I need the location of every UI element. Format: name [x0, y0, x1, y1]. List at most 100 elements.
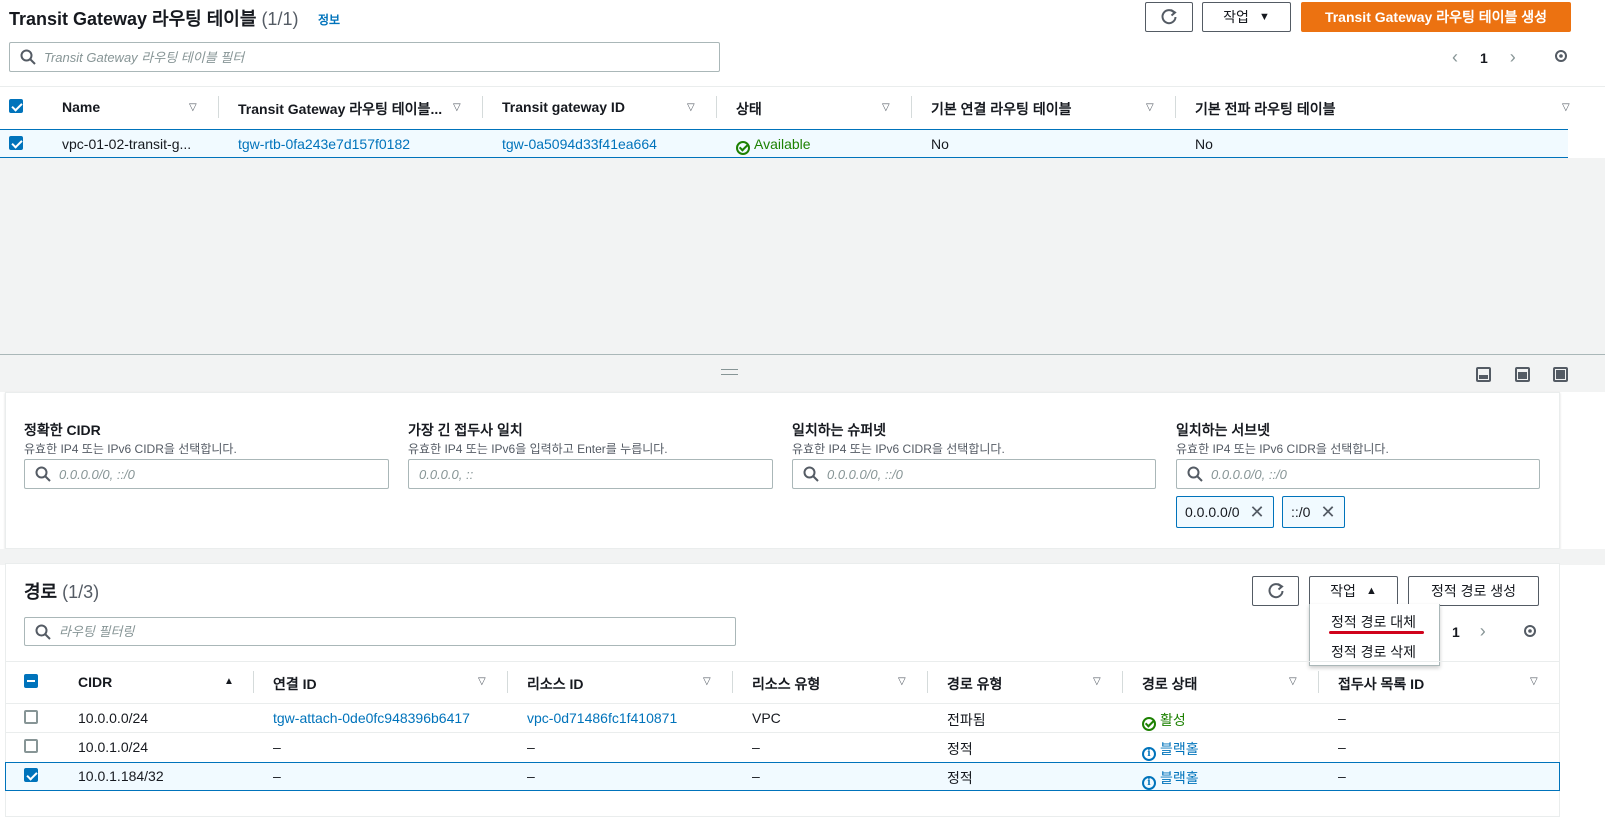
success-icon	[736, 141, 750, 155]
column-separator[interactable]	[482, 96, 483, 118]
search-input[interactable]	[44, 49, 674, 65]
info-link[interactable]: 정보	[318, 11, 340, 28]
sort-icon[interactable]: ▽	[478, 676, 486, 687]
routes-actions-button[interactable]: 작업 ▲	[1309, 576, 1398, 606]
drag-handle-icon[interactable]	[721, 369, 738, 375]
subnet-field[interactable]	[1211, 466, 1528, 482]
routes-search[interactable]	[24, 617, 736, 646]
col-prop-default[interactable]: 기본 전파 라우팅 테이블	[1195, 99, 1335, 119]
split-panel-divider[interactable]	[0, 354, 1605, 392]
token-label: 0.0.0.0/0	[1185, 504, 1240, 520]
sort-icon[interactable]: ▽	[703, 676, 711, 687]
row-checkbox[interactable]	[9, 136, 23, 150]
sort-icon[interactable]: ▽	[453, 102, 461, 113]
sort-icon[interactable]: ▽	[882, 102, 890, 113]
col-prefix-list-id[interactable]: 접두사 목록 ID	[1338, 674, 1424, 694]
next-page-icon[interactable]: ›	[1510, 47, 1516, 68]
refresh-button[interactable]	[1145, 2, 1193, 32]
cell-resource-type: VPC	[752, 710, 781, 726]
sort-icon[interactable]: ▽	[1146, 102, 1154, 113]
column-separator[interactable]	[1175, 96, 1176, 118]
sort-icon[interactable]: ▽	[189, 102, 197, 113]
column-separator[interactable]	[253, 671, 254, 693]
exact-cidr-input[interactable]	[24, 459, 389, 489]
col-tgw-id[interactable]: Transit gateway ID	[502, 99, 625, 115]
column-separator[interactable]	[1122, 671, 1123, 693]
routes-refresh-button[interactable]	[1252, 576, 1299, 606]
tgw-id-link[interactable]: tgw-0a5094d33f41ea664	[502, 136, 657, 152]
column-separator[interactable]	[507, 671, 508, 693]
sort-icon[interactable]: ▽	[1093, 676, 1101, 687]
row-checkbox[interactable]	[24, 710, 38, 724]
sort-icon[interactable]: ▽	[1562, 102, 1570, 113]
filter-desc-longest: 유효한 IP4 또는 IPv6을 입력하고 Enter를 누릅니다.	[408, 442, 668, 456]
create-static-route-button[interactable]: 정적 경로 생성	[1408, 576, 1539, 606]
cell-route-type: 정적	[947, 741, 973, 757]
col-route-table-id[interactable]: Transit Gateway 라우팅 테이블...	[238, 99, 442, 119]
col-route-type[interactable]: 경로 유형	[947, 674, 1002, 694]
longest-prefix-field[interactable]	[419, 466, 737, 482]
column-separator[interactable]	[732, 671, 733, 693]
supernet-field[interactable]	[827, 466, 1144, 482]
col-resource-id[interactable]: 리소스 ID	[527, 674, 584, 694]
col-name[interactable]: Name	[62, 99, 100, 115]
prev-page-icon[interactable]: ‹	[1452, 47, 1458, 68]
exact-cidr-field[interactable]	[59, 466, 377, 482]
routes-search-input[interactable]	[59, 624, 689, 639]
column-separator[interactable]	[716, 96, 717, 118]
close-icon[interactable]: ✕	[1320, 502, 1335, 523]
settings-gear-icon[interactable]	[1522, 623, 1538, 639]
search-icon	[35, 624, 51, 640]
routes-title: 경로 (1/3)	[24, 578, 99, 604]
page-number[interactable]: 1	[1452, 624, 1460, 640]
cell-prefix-list: –	[1338, 768, 1346, 784]
supernet-input[interactable]	[792, 459, 1156, 489]
longest-prefix-input[interactable]	[408, 459, 773, 489]
menu-item-replace-static-route[interactable]: 정적 경로 대체	[1331, 612, 1416, 632]
sort-icon[interactable]: ▽	[687, 102, 695, 113]
cell-resource-type: –	[752, 768, 760, 784]
create-route-table-button[interactable]: Transit Gateway 라우팅 테이블 생성	[1301, 2, 1571, 32]
sort-icon[interactable]: ▽	[898, 676, 906, 687]
row-checkbox[interactable]	[24, 739, 38, 753]
column-separator[interactable]	[218, 96, 219, 118]
select-all-checkbox[interactable]	[9, 99, 23, 113]
page-number[interactable]: 1	[1480, 50, 1488, 66]
cell-cidr: 10.0.0.0/24	[78, 710, 149, 726]
state-text: 블랙홀	[1160, 770, 1199, 786]
cell-route-type: 전파됨	[947, 712, 986, 728]
route-table-id-link[interactable]: tgw-rtb-0fa243e7d157f0182	[238, 136, 410, 152]
settings-gear-icon[interactable]	[1553, 48, 1569, 64]
panel-bottom-icon[interactable]	[1476, 367, 1491, 382]
subnet-input[interactable]	[1176, 459, 1540, 489]
col-state[interactable]: 상태	[736, 99, 762, 119]
sort-icon[interactable]: ▽	[1530, 676, 1538, 687]
column-separator[interactable]	[1318, 671, 1319, 693]
col-attachment-id[interactable]: 연결 ID	[273, 674, 317, 694]
panel-full-icon[interactable]	[1553, 367, 1568, 382]
sort-asc-icon[interactable]: ▲	[224, 676, 234, 687]
close-icon[interactable]: ✕	[1250, 502, 1265, 523]
row-divider	[5, 703, 1560, 704]
column-separator[interactable]	[927, 671, 928, 693]
select-all-checkbox[interactable]	[24, 674, 38, 688]
col-resource-type[interactable]: 리소스 유형	[752, 674, 820, 694]
route-state-blackhole: i 블랙홀	[1142, 739, 1199, 761]
route-table-search[interactable]	[9, 42, 720, 72]
panel-half-icon[interactable]	[1515, 367, 1530, 382]
resource-id-link[interactable]: vpc-0d71486fc1f410871	[527, 710, 677, 726]
table-row-selected[interactable]	[5, 762, 1560, 791]
column-separator[interactable]	[911, 96, 912, 118]
info-icon: i	[1142, 776, 1156, 790]
route-state-active: 활성	[1142, 710, 1186, 731]
actions-button[interactable]: 작업 ▼	[1202, 2, 1291, 32]
attachment-id-link[interactable]: tgw-attach-0de0fc948396b6417	[273, 710, 470, 726]
next-page-icon[interactable]: ›	[1480, 621, 1486, 642]
col-route-state[interactable]: 경로 상태	[1142, 674, 1197, 694]
menu-item-delete-static-route[interactable]: 정적 경로 삭제	[1331, 642, 1416, 662]
sort-icon[interactable]: ▽	[1289, 676, 1297, 687]
row-checkbox[interactable]	[24, 768, 38, 782]
col-assoc-default[interactable]: 기본 연결 라우팅 테이블	[931, 99, 1071, 119]
col-cidr[interactable]: CIDR	[78, 674, 112, 690]
search-icon	[1187, 466, 1203, 482]
